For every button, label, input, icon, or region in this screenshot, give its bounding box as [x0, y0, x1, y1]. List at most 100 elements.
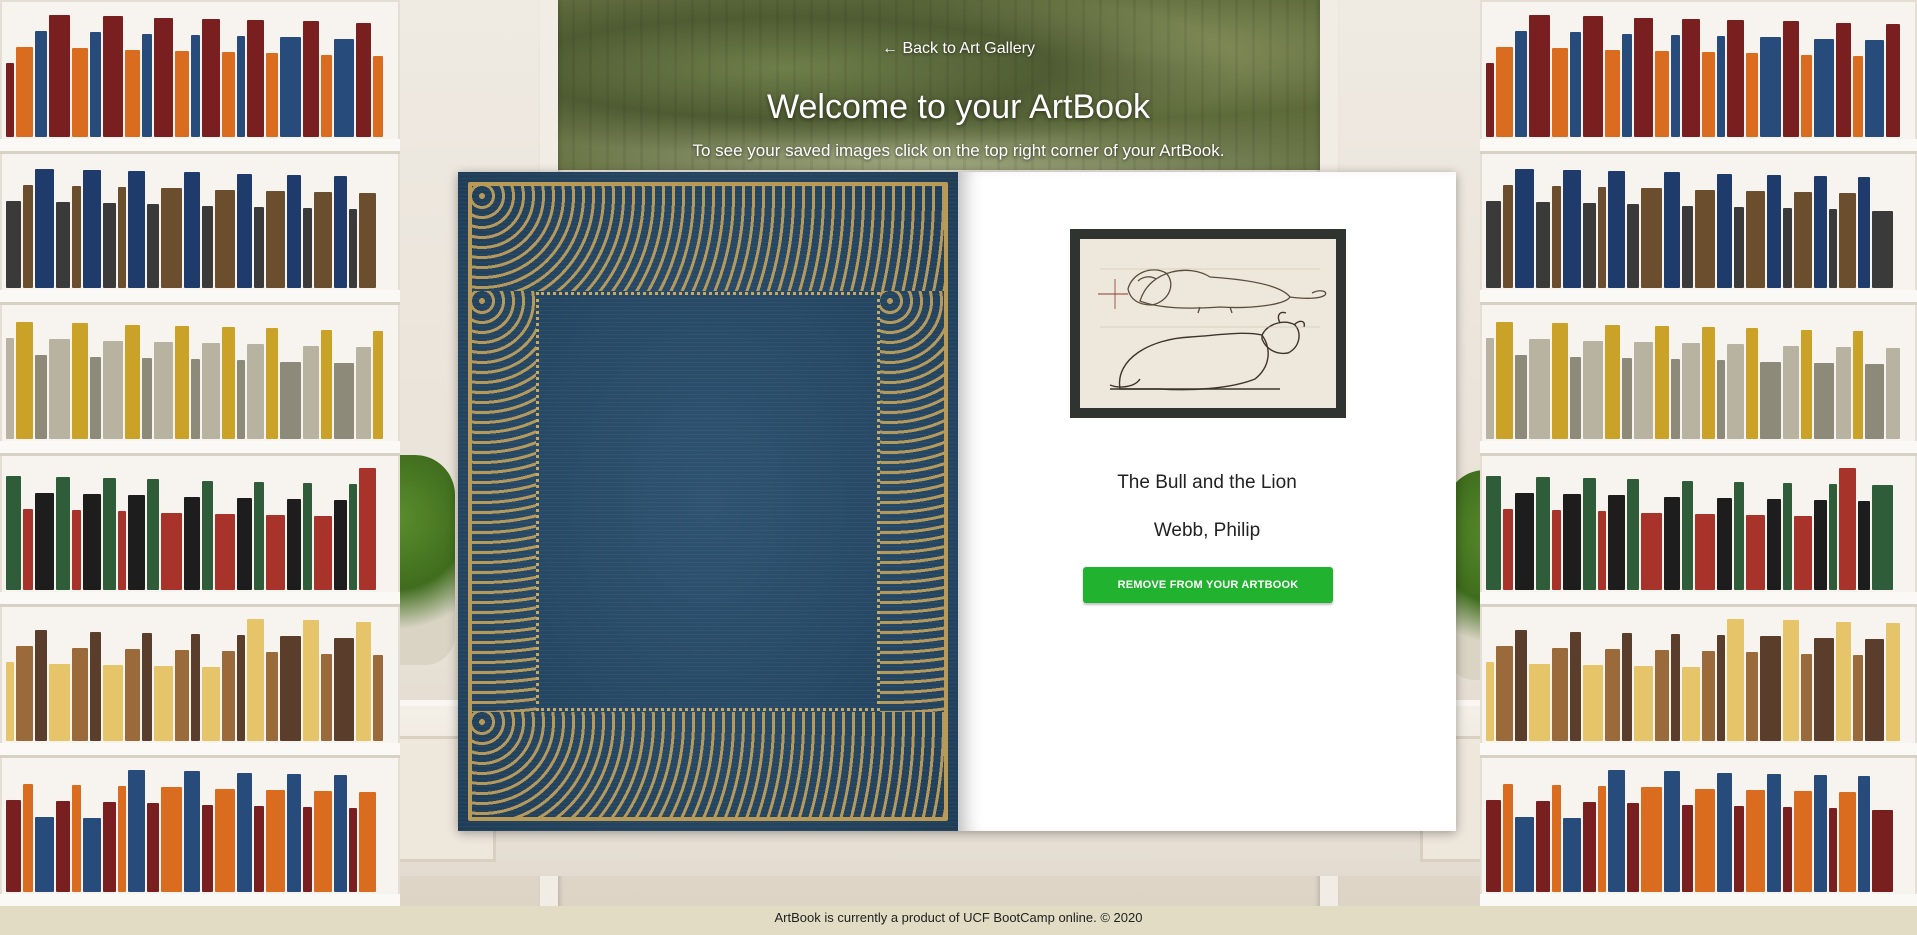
book-spine [147, 479, 159, 590]
book-spine [334, 362, 354, 439]
book-spine [237, 635, 245, 741]
back-to-gallery-link[interactable]: ← Back to Art Gallery [0, 40, 1917, 58]
book-spine [6, 799, 21, 892]
book-spine [1671, 359, 1680, 439]
book-spine [215, 189, 235, 288]
book-spine [103, 203, 116, 288]
book-spine [1814, 176, 1827, 288]
book-spine [1829, 808, 1837, 892]
book-spine [334, 500, 347, 590]
book-spine [1486, 662, 1494, 741]
book-spine [1783, 345, 1799, 439]
book-spine [103, 478, 116, 590]
book-spine [1634, 665, 1653, 741]
book-spine [1801, 653, 1812, 741]
book-spine [1529, 663, 1550, 741]
book-row [1486, 769, 1911, 892]
bookshelf-right [1480, 0, 1917, 906]
shelf-board [0, 441, 400, 456]
shelf-board [0, 743, 400, 758]
book-spine [254, 206, 264, 288]
book-spine [359, 468, 376, 590]
book-spine [1814, 500, 1827, 590]
book-spine [1583, 340, 1603, 439]
book-spine [1746, 514, 1765, 590]
book-spine [1503, 783, 1513, 892]
book-spine [1695, 788, 1715, 892]
book-spine [334, 176, 347, 288]
footer: ArtBook is currently a product of UCF Bo… [0, 906, 1917, 935]
book-spine [1746, 789, 1765, 892]
book-spine [1664, 172, 1680, 288]
book-spine [125, 648, 140, 741]
book-spine [321, 653, 332, 741]
book-spine [1734, 805, 1744, 892]
book-spine [1858, 177, 1870, 288]
book-spine [1486, 200, 1501, 288]
book-page: The Bull and the Lion Webb, Philip REMOV… [958, 172, 1456, 831]
book-spine [202, 804, 213, 892]
book-row [1486, 467, 1911, 590]
book-spine [266, 328, 278, 439]
book-spine [1486, 475, 1501, 590]
book-spine [1529, 339, 1550, 439]
shelf-board [0, 894, 400, 906]
book-spine [6, 662, 14, 741]
book-spine [1536, 800, 1550, 892]
book-spine [72, 185, 81, 288]
book-spine [142, 632, 152, 741]
book-spine [1865, 363, 1884, 439]
book-spine [1682, 205, 1693, 288]
book-spine [1760, 636, 1781, 741]
book-spine [1515, 355, 1527, 439]
book-spine [72, 510, 81, 590]
artwork-image[interactable] [1070, 229, 1346, 418]
book-spine [175, 325, 189, 439]
book-spine [1746, 190, 1765, 288]
book-spine [373, 330, 383, 439]
book-spine [237, 360, 245, 439]
book-spine [1794, 516, 1812, 590]
book-spine [147, 803, 159, 892]
book-spine [35, 816, 54, 892]
book-spine [142, 357, 152, 439]
book-spine [1641, 188, 1662, 288]
book-spine [23, 184, 33, 288]
book-spine [266, 652, 278, 741]
book-spine [118, 187, 126, 288]
book-spine [359, 792, 376, 892]
book-spine [83, 494, 101, 590]
book-spine [35, 168, 54, 288]
book-spine [1570, 356, 1581, 439]
book-spine [191, 634, 200, 741]
book-spine [1717, 635, 1725, 741]
book-spine [1536, 476, 1550, 590]
book-spine [1552, 185, 1561, 288]
book-spine [1563, 169, 1581, 288]
cover-inner-panel [536, 292, 880, 711]
book-spine [1655, 325, 1669, 439]
book-spine [334, 637, 354, 741]
book-spine [1605, 324, 1620, 439]
book-spine [1734, 206, 1744, 288]
book-spine [314, 516, 332, 590]
book-spine [154, 665, 173, 741]
book-spine [1783, 208, 1792, 288]
book-spine [1515, 816, 1534, 892]
artwork-artist: Webb, Philip [1153, 520, 1261, 541]
remove-from-artbook-button[interactable]: REMOVE FROM YOUR ARTBOOK [1083, 567, 1333, 603]
book-spine [1872, 809, 1893, 892]
book-spine [1717, 360, 1725, 439]
book-spine [1839, 792, 1856, 892]
book-spine [1839, 193, 1856, 288]
book-spine [202, 480, 213, 590]
book-spine [1682, 804, 1693, 892]
book-spine [303, 483, 312, 590]
book-row [6, 467, 394, 590]
book-spine [266, 514, 285, 590]
book-spine [175, 649, 189, 741]
book-spine [1746, 652, 1758, 741]
book-spine [1608, 770, 1625, 892]
book-spine [83, 169, 101, 288]
book-spine [287, 174, 301, 288]
